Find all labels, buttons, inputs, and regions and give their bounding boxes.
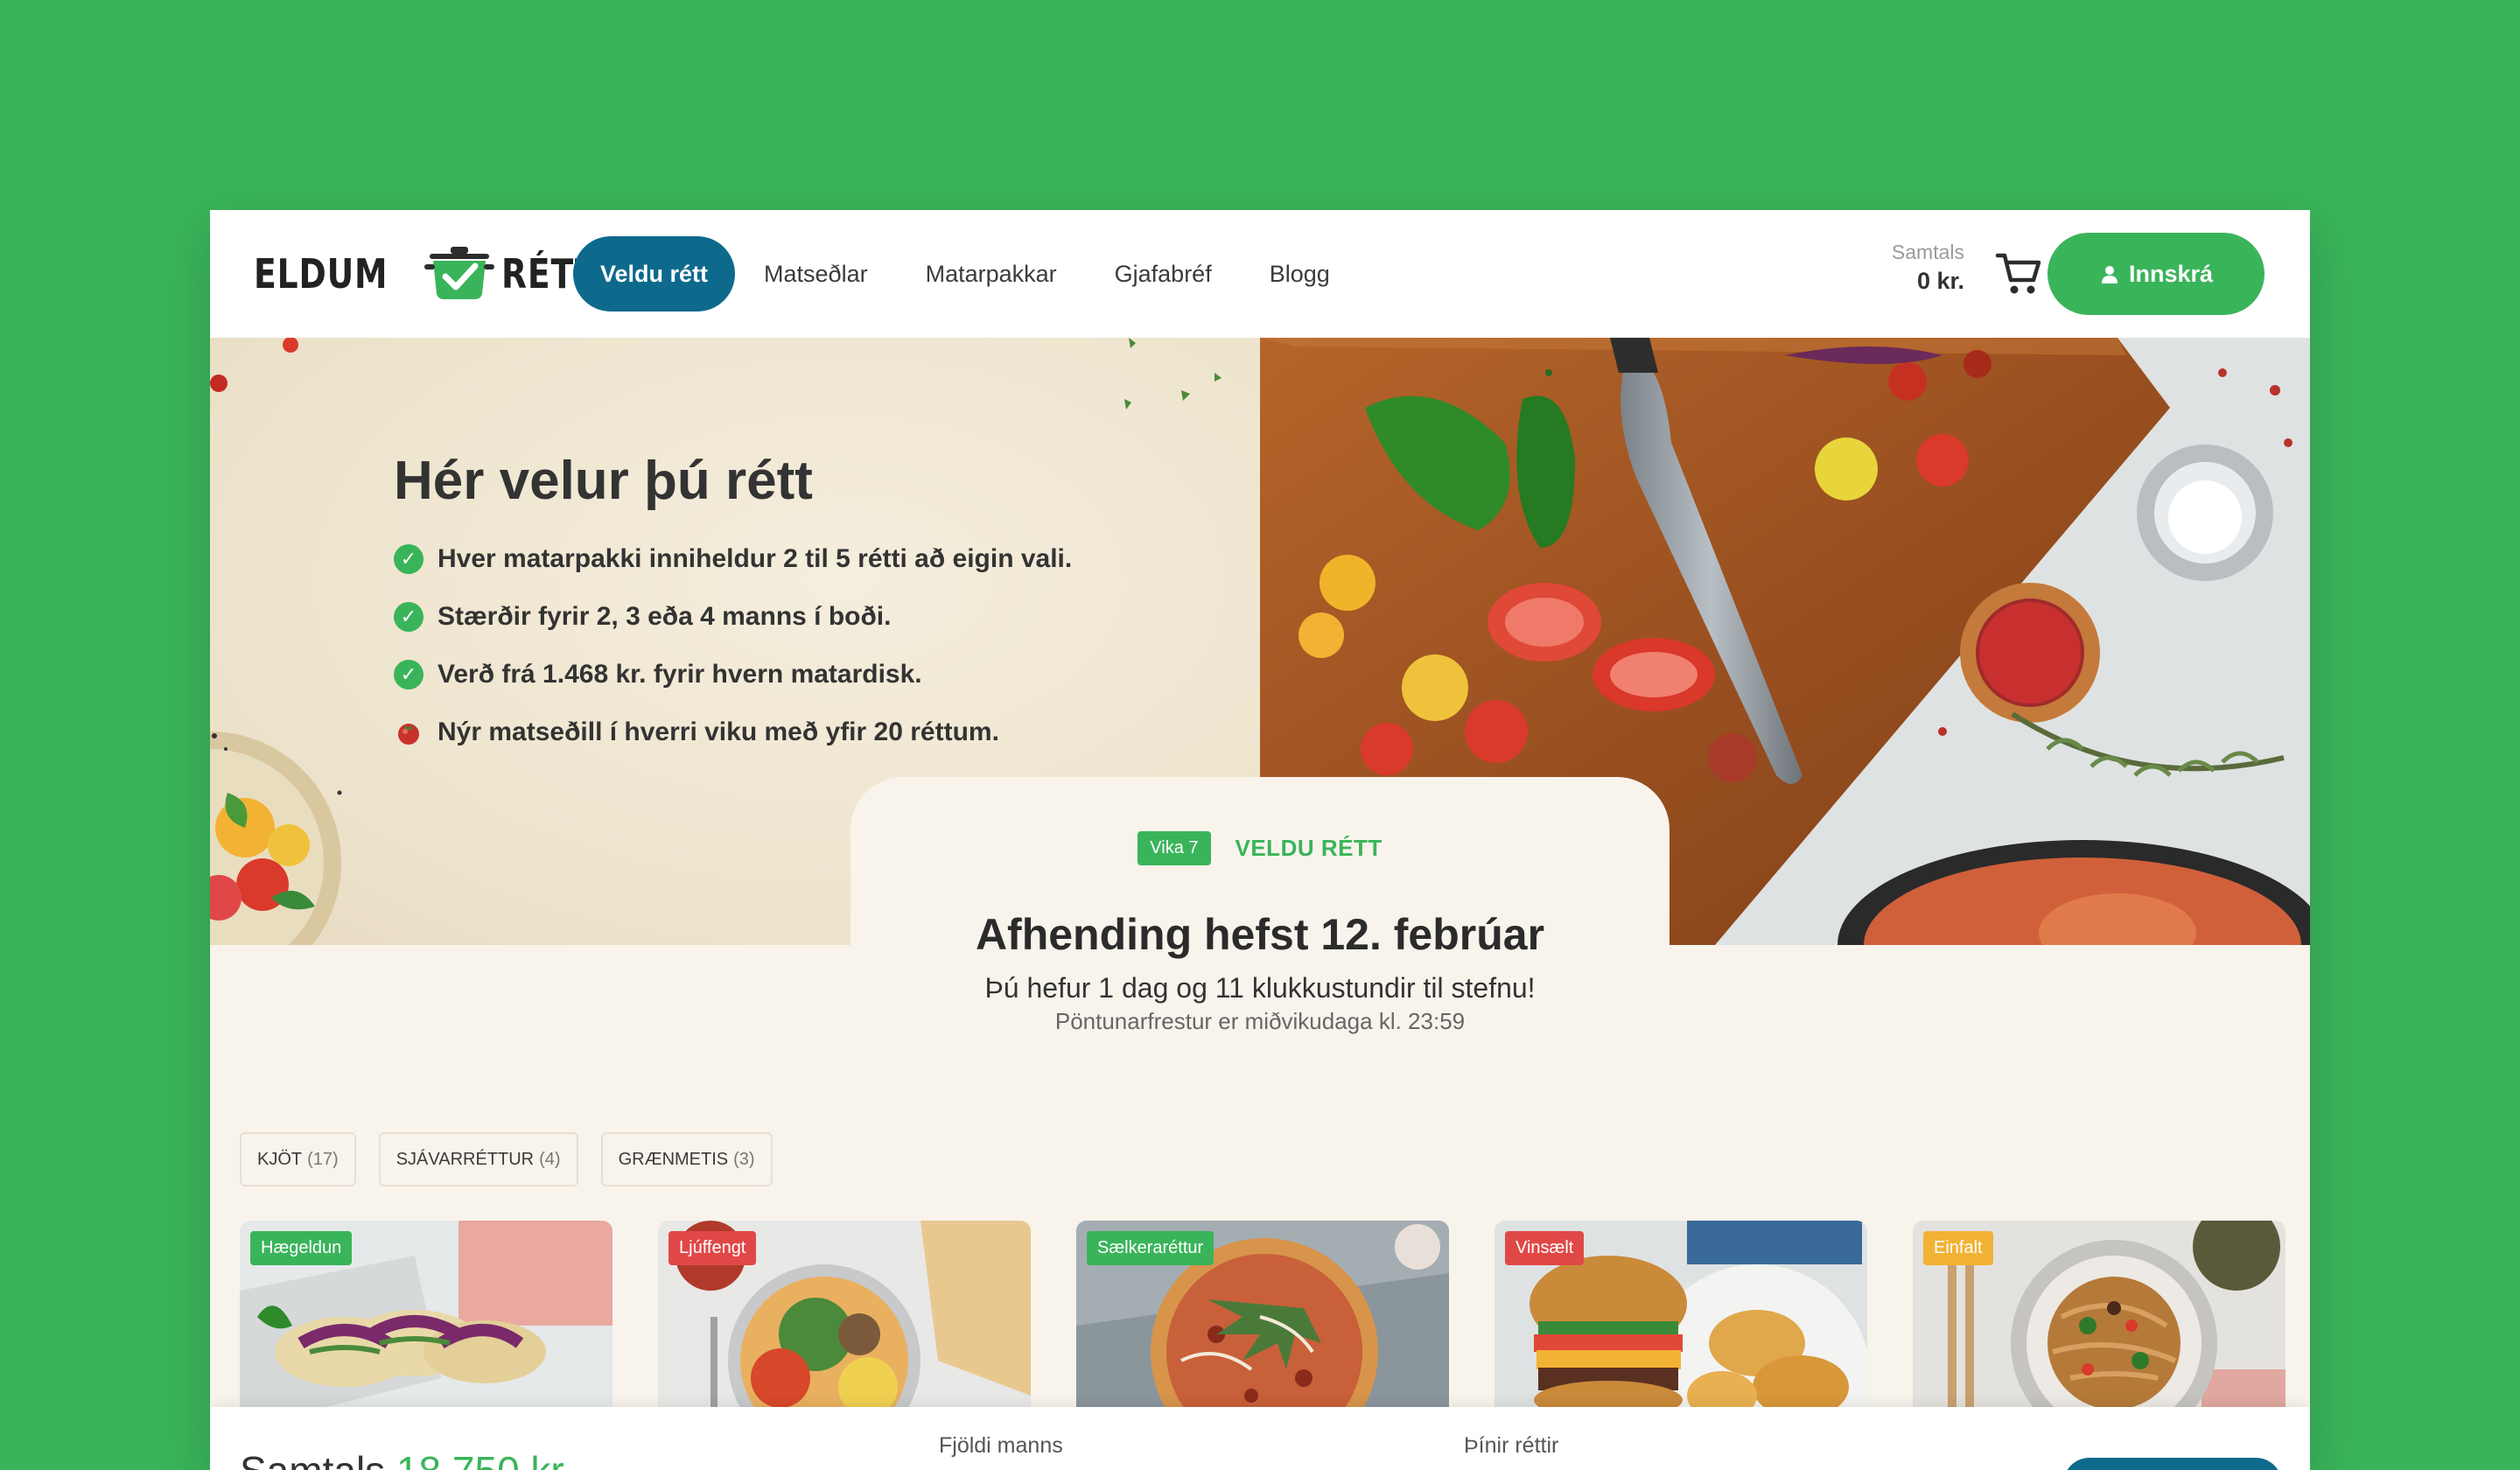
nav-item-matsedlar[interactable]: Matseðlar (735, 236, 897, 312)
deadline-text: Pöntunarfrestur er miðvikudaga kl. 23:59 (1054, 1008, 1466, 1034)
login-button[interactable]: Innskrá (2048, 233, 2264, 315)
meal-tag: Sælkeraréttur (1087, 1231, 1214, 1265)
site-header: ELDUM RÉTT Veldu rétt Matseðlar Matarpak… (210, 210, 2310, 338)
category-filters: KJÖT (17) SJÁVARRÉTTUR (4) GRÆNMETIS (3) (240, 1132, 773, 1186)
week-badge: Vika 7 (1138, 831, 1211, 865)
filter-count: (4) (539, 1149, 561, 1169)
check-icon: ✓ (394, 544, 424, 574)
filter-label: KJÖT (257, 1149, 303, 1169)
order-summary-bar: Samtals 18.750 kr. Fjöldi manns Þínir ré… (210, 1407, 2310, 1470)
week-row: Vika 7 VELDU RÉTT (850, 831, 1670, 865)
order-total: Samtals 18.750 kr. (240, 1447, 573, 1470)
logo[interactable]: ELDUM RÉTT (254, 243, 620, 304)
cart-total[interactable]: Samtals 0 kr. (1846, 241, 1964, 295)
filter-sjavarrettur[interactable]: SJÁVARRÉTTUR (4) (378, 1132, 578, 1186)
feature-item: ✓ Verð frá 1.468 kr. fyrir hvern matardi… (394, 646, 1072, 704)
feature-item: ✓ Stærðir fyrir 2, 3 eða 4 manns í boði. (394, 588, 1072, 646)
filter-label: GRÆNMETIS (618, 1149, 729, 1169)
meal-cards: Hægeldun Ljúffengt Sælkeraréttur Vinsælt… (240, 1221, 2286, 1422)
section-label: VELDU RÉTT (1235, 835, 1382, 861)
filter-graenmetis[interactable]: GRÆNMETIS (3) (600, 1132, 773, 1186)
feature-text: Stærðir fyrir 2, 3 eða 4 manns í boði. (438, 602, 892, 631)
nav-item-veldu-rett[interactable]: Veldu rétt (573, 236, 736, 312)
feature-text: Verð frá 1.468 kr. fyrir hvern matardisk… (438, 660, 922, 689)
check-icon: ✓ (394, 660, 424, 690)
meal-tag: Hægeldun (250, 1231, 353, 1265)
login-label: Innskrá (2128, 260, 2214, 287)
cart-total-value: 0 kr. (1916, 268, 1964, 294)
countdown-text: Þú hefur 1 dag og 11 klukkustundir til s… (984, 972, 1536, 1004)
people-count-label: Fjöldi manns (939, 1433, 1063, 1458)
filter-kjot[interactable]: KJÖT (17) (240, 1132, 356, 1186)
filter-label: SJÁVARRÉTTUR (396, 1149, 535, 1169)
meal-card[interactable]: Hægeldun (240, 1221, 612, 1422)
meal-tag: Einfalt (1923, 1231, 1993, 1265)
user-icon (2101, 266, 2118, 284)
pot-check-icon (424, 247, 495, 299)
nav-item-matarpakkar[interactable]: Matarpakkar (897, 236, 1086, 312)
feature-text: Nýr matseðill í hverri viku með yfir 20 … (438, 718, 999, 746)
meal-tag: Vinsælt (1505, 1231, 1585, 1265)
meal-card[interactable]: Einfalt (1913, 1221, 2286, 1422)
hero-title: Hér velur þú rétt (394, 451, 813, 511)
nav-item-gjafabref[interactable]: Gjafabréf (1086, 236, 1241, 312)
filter-count: (17) (307, 1149, 339, 1169)
main-nav: Veldu rétt Matseðlar Matarpakkar Gjafabr… (573, 236, 1359, 312)
feature-item: ✓ Hver matarpakki inniheldur 2 til 5 rét… (394, 530, 1072, 588)
your-dishes-label: Þínir réttir (1464, 1433, 1559, 1458)
feature-item: Nýr matseðill í hverri viku með yfir 20 … (394, 704, 1072, 761)
order-total-label: Samtals (240, 1448, 385, 1470)
cart-icon[interactable] (1995, 250, 2044, 296)
delivery-title: Afhending hefst 12. febrúar (975, 910, 1545, 959)
check-icon: ✓ (394, 602, 424, 632)
checkout-button[interactable] (2063, 1458, 2282, 1470)
logo-word-eldum: ELDUM (254, 250, 388, 298)
meal-card[interactable]: Sælkeraréttur (1076, 1221, 1449, 1422)
delivery-card: Vika 7 VELDU RÉTT Afhending hefst 12. fe… (850, 777, 1670, 1040)
tomato-icon (398, 724, 419, 745)
meal-card[interactable]: Vinsælt (1494, 1221, 1867, 1422)
nav-item-blogg[interactable]: Blogg (1241, 236, 1359, 312)
order-total-value: 18.750 kr. (396, 1448, 573, 1470)
filter-count: (3) (733, 1149, 755, 1169)
meal-tag: Ljúffengt (668, 1231, 757, 1265)
feature-text: Hver matarpakki inniheldur 2 til 5 rétti… (438, 544, 1073, 573)
browser-page: ELDUM RÉTT Veldu rétt Matseðlar Matarpak… (210, 210, 2310, 1470)
cart-total-label: Samtals (1891, 241, 1964, 263)
meal-card[interactable]: Ljúffengt (658, 1221, 1031, 1422)
feature-list: ✓ Hver matarpakki inniheldur 2 til 5 rét… (394, 530, 1072, 761)
